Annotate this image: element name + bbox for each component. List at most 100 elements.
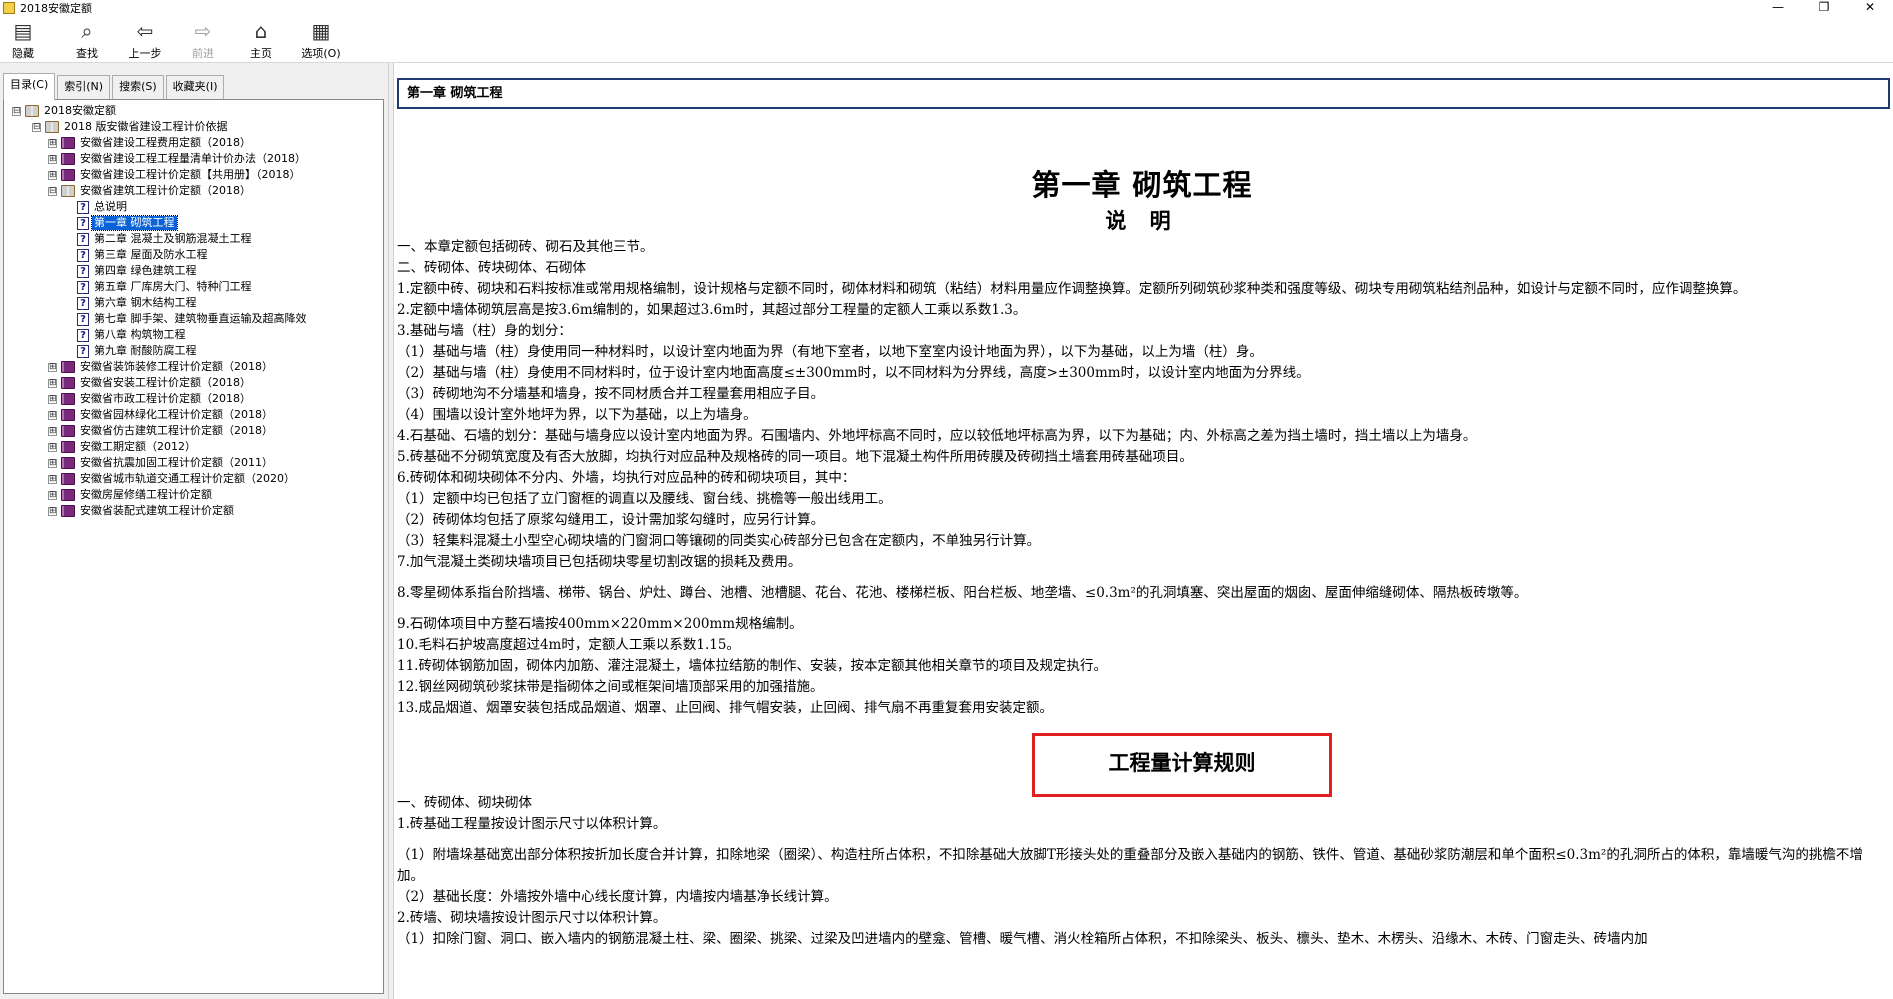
paragraph: （2）砖砌体均包括了原浆勾缝用工，设计需加浆勾缝时，应另行计算。 [397,512,825,528]
tree-item-label: 安徽省建筑工程计价定额（2018） [80,184,251,197]
closed-book-icon [61,153,75,165]
tree-item[interactable]: ? 第九章 耐酸防腐工程 [4,343,383,359]
tree-item[interactable]: ⊟ 安徽省建筑工程计价定额（2018） [4,183,383,199]
expand-toggle-icon[interactable]: ⊞ [48,506,57,516]
tree-item-label: 第七章 脚手架、建筑物垂直运输及超高降效 [94,312,307,325]
tab-contents[interactable]: 目录(C) [3,73,56,100]
tree-item[interactable]: ⊞ 安徽省建设工程工程量清单计价办法（2018） [4,151,383,167]
tree-item[interactable]: ? 第二章 混凝土及钢筋混凝土工程 [4,231,383,247]
home-icon: ⌂ [254,19,268,43]
close-button[interactable]: ✕ [1847,0,1893,16]
tree-item[interactable]: ? 第五章 厂库房大门、特种门工程 [4,279,383,295]
expand-toggle-icon[interactable]: ⊞ [48,154,57,164]
paragraph: （1）附墙垛基础宽出部分体积按折加长度合并计算，扣除地梁（圈梁）、构造柱所占体积… [397,847,1863,884]
hide-button[interactable]: ▤ 隐藏 [0,16,46,62]
help-page-icon: ? [77,296,89,310]
tree-item[interactable]: ⊞ 安徽省建设工程计价定额【共用册】（2018） [4,167,383,183]
tab-index[interactable]: 索引(N) [57,75,111,99]
paragraph: 5.砖基础不分砌筑宽度及有否大放脚，均执行对应品种及规格砖的同一项目。地下混凝土… [397,449,1193,465]
paragraph: 3.基础与墙（柱）身的划分： [397,323,572,339]
find-button[interactable]: ⌕ 查找 [58,16,116,62]
content-pane[interactable]: 第一章 砌筑工程 第一章 砌筑工程 说 明 一、本章定额包括砌砖、砌石及其他三节… [394,63,1893,999]
back-button[interactable]: ⇦ 上一步 [116,16,174,62]
paragraph: （1）基础与墙（柱）身使用同一种材料时，以设计室内地面为界（有地下室者，以地下室… [397,344,1263,360]
tree-item[interactable]: ⊞ 安徽省安装工程计价定额（2018） [4,375,383,391]
help-page-icon: ? [77,232,89,246]
tree-item-label: 安徽省装饰装修工程计价定额（2018） [80,360,273,373]
expand-toggle-icon[interactable]: ⊞ [48,394,57,404]
closed-book-icon [61,425,75,437]
expand-toggle-icon[interactable]: ⊞ [48,458,57,468]
tree-item[interactable]: ? 第三章 屋面及防水工程 [4,247,383,263]
tree-item[interactable]: ? 第七章 脚手架、建筑物垂直运输及超高降效 [4,311,383,327]
tree-item-label: 第八章 构筑物工程 [94,328,186,341]
tree-item[interactable]: ⊞ 安徽省装饰装修工程计价定额（2018） [4,359,383,375]
tree-item-label: 第一章 砌筑工程 [91,215,178,231]
tree-item[interactable]: ⊞ 安徽省园林绿化工程计价定额（2018） [4,407,383,423]
paragraph: 12.钢丝网砌筑砂浆抹带是指砌体之间或框架间墙顶部采用的加强措施。 [397,679,824,695]
tree-item-label: 第三章 屋面及防水工程 [94,248,208,261]
help-page-icon: ? [77,344,89,358]
tree-item-label: 安徽房屋修缮工程计价定额 [80,488,212,501]
options-button-label: 选项(O) [301,47,341,60]
tree-item[interactable]: ⊞ 安徽省建设工程费用定额（2018） [4,135,383,151]
collapse-toggle-icon[interactable]: ⊟ [32,122,41,132]
tree-item[interactable]: ⊞ 安徽工期定额（2012） [4,439,383,455]
expand-toggle-icon[interactable]: ⊞ [48,170,57,180]
nav-tabs: 目录(C) 索引(N) 搜索(S) 收藏夹(I) [3,73,226,100]
expand-toggle-icon[interactable]: ⊞ [48,362,57,372]
help-page-icon: ? [77,280,89,294]
tree-item[interactable]: ⊞ 安徽省仿古建筑工程计价定额（2018） [4,423,383,439]
collapse-toggle-icon[interactable]: ⊟ [12,106,21,116]
paragraph: 6.砖砌体和砌块砌体不分内、外墙，均执行对应品种的砖和砌块项目，其中： [397,470,856,486]
tree-item[interactable]: ⊟ 2018安徽定额 [4,103,383,119]
paragraph: 10.毛料石护坡高度超过4m时，定额人工乘以系数1.15。 [397,637,740,653]
tree-item[interactable]: ⊞ 安徽省城市轨道交通工程计价定额（2020） [4,471,383,487]
tree-item[interactable]: ⊞ 安徽房屋修缮工程计价定额 [4,487,383,503]
tree-item[interactable]: ? 总说明 [4,199,383,215]
paragraph: （2）基础与墙（柱）身使用不同材料时，位于设计室内地面高度≤±300mm时，以不… [397,365,1310,381]
tree-item[interactable]: ? 第六章 钢木结构工程 [4,295,383,311]
tree-item-label: 安徽省仿古建筑工程计价定额（2018） [80,424,273,437]
closed-book-icon [61,441,75,453]
navigation-panel: 目录(C) 索引(N) 搜索(S) 收藏夹(I) ⊟ 2018安徽定额 ⊟ 2018 … [0,63,388,999]
expand-toggle-icon[interactable]: ⊞ [48,474,57,484]
minimize-button[interactable]: — [1755,0,1801,16]
expand-toggle-icon[interactable]: ⊞ [48,410,57,420]
closed-book-icon [61,457,75,469]
paragraph: （2）基础长度：外墙按外墙中心线长度计算，内墙按内墙基净长线计算。 [397,889,838,905]
options-button[interactable]: ▦ 选项(O) [290,16,352,62]
forward-button[interactable]: ⇨ 前进 [174,16,232,62]
explanation-paragraphs: 一、本章定额包括砌砖、砌石及其他三节。 二、砖砌体、砖块砌体、石砌体 1.定额中砖、… [397,237,1887,719]
tree-item[interactable]: ? 第一章 砌筑工程 [4,215,383,231]
contents-tree[interactable]: ⊟ 2018安徽定额 ⊟ 2018 版安徽省建设工程计价依据 ⊞ 安徽省建设工程费用定额（… [3,99,384,994]
paragraph: 1.定额中砖、砌块和石料按标准或常用规格编制，设计规格与定额不同时，砌体材料和砌… [397,281,1747,297]
tree-item-label: 安徽省安装工程计价定额（2018） [80,376,251,389]
collapse-toggle-icon[interactable]: ⊟ [48,186,57,196]
tab-favorites[interactable]: 收藏夹(I) [165,75,225,99]
expand-toggle-icon[interactable]: ⊞ [48,138,57,148]
find-icon: ⌕ [81,19,93,43]
help-page-icon: ? [77,248,89,262]
tree-item[interactable]: ? 第八章 构筑物工程 [4,327,383,343]
closed-book-icon [61,169,75,181]
tree-item-label: 安徽省装配式建筑工程计价定额 [80,504,234,517]
tree-item[interactable]: ⊞ 安徽省市政工程计价定额（2018） [4,391,383,407]
tree-item[interactable]: ⊞ 安徽省装配式建筑工程计价定额 [4,503,383,519]
tree-item[interactable]: ⊟ 2018 版安徽省建设工程计价依据 [4,119,383,135]
tab-search[interactable]: 搜索(S) [112,75,164,99]
expand-toggle-icon[interactable]: ⊞ [48,442,57,452]
tree-list: ⊟ 2018安徽定额 ⊟ 2018 版安徽省建设工程计价依据 ⊞ 安徽省建设工程费用定额（… [4,100,383,519]
expand-toggle-icon[interactable]: ⊞ [48,426,57,436]
tree-item[interactable]: ? 第四章 绿色建筑工程 [4,263,383,279]
tree-item-label: 2018 版安徽省建设工程计价依据 [64,120,228,133]
home-button[interactable]: ⌂ 主页 [232,16,290,62]
toolbar: ▤ 隐藏 ⌕ 查找 ⇦ 上一步 ⇨ 前进 ⌂ 主页 ▦ 选项(O) [0,16,1893,63]
tree-item[interactable]: ⊞ 安徽省抗震加固工程计价定额（2011） [4,455,383,471]
expand-toggle-icon[interactable]: ⊞ [48,490,57,500]
restore-button[interactable]: ❐ [1801,0,1847,16]
paragraph: 4.石基础、石墙的划分：基础与墙身应以设计室内地面为界。石围墙内、外地坪标高不同… [397,428,1477,444]
expand-toggle-icon[interactable]: ⊞ [48,378,57,388]
closed-book-icon [61,393,75,405]
